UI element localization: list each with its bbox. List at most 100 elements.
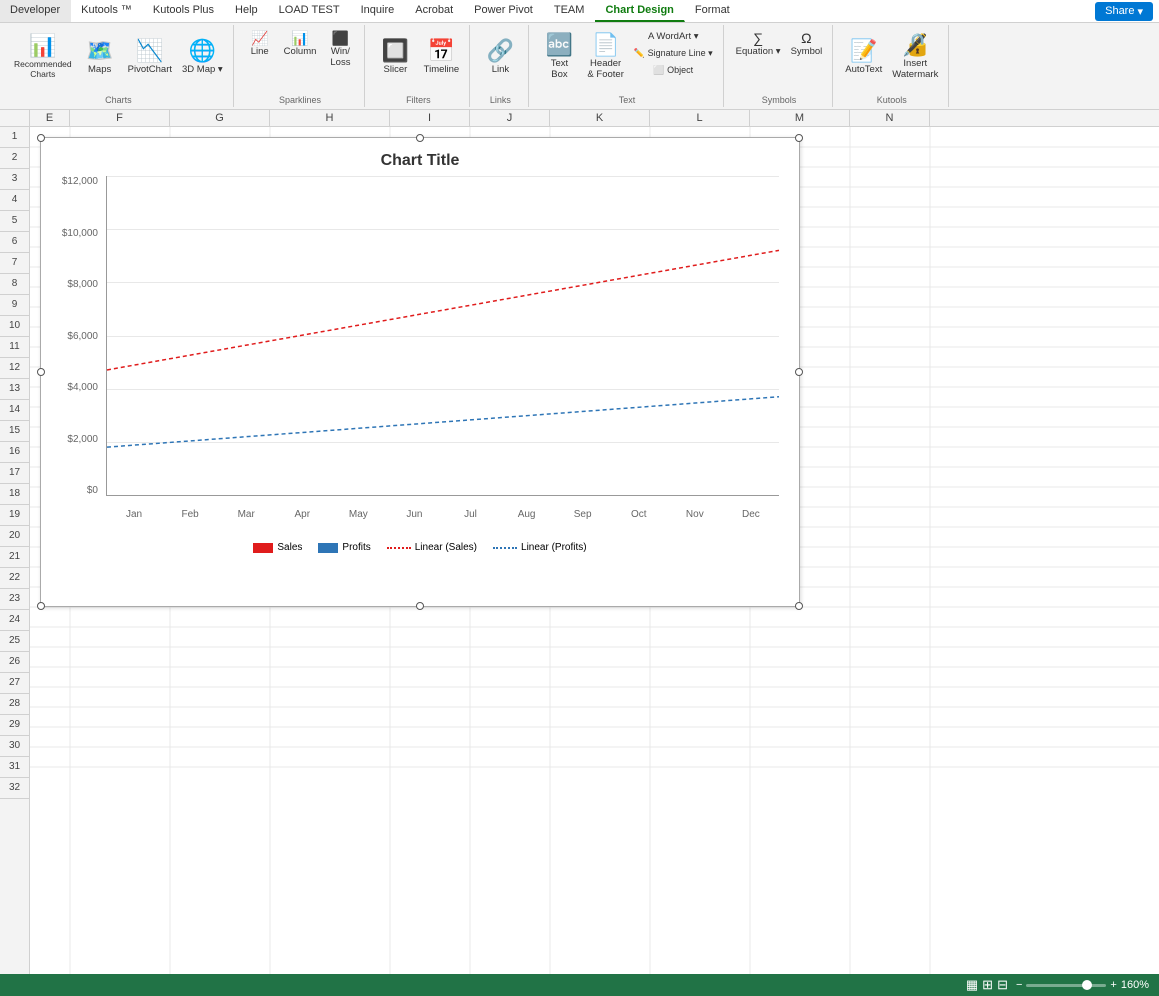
recommended-charts-button[interactable]: 📊 RecommendedCharts <box>10 29 76 85</box>
line-sparkline-button[interactable]: 📈 Line <box>242 29 278 59</box>
autotext-icon: 📝 <box>850 40 877 62</box>
col-e: E <box>30 110 70 126</box>
x-label-may: May <box>330 509 386 520</box>
x-label-dec: Dec <box>723 509 779 520</box>
slicer-icon: 🔲 <box>382 40 409 62</box>
pivot-chart-button[interactable]: 📉 PivotChart <box>124 29 176 85</box>
row-24: 24 <box>0 610 29 631</box>
autotext-button[interactable]: 📝 AutoText <box>841 29 886 85</box>
legend-label-linear-profits: Linear (Profits) <box>521 542 587 553</box>
share-button[interactable]: Share ▾ <box>1095 2 1153 21</box>
row-10: 10 <box>0 316 29 337</box>
x-axis-labels: Jan Feb Mar Apr May Jun Jul Aug Sep Oct … <box>106 509 779 520</box>
link-icon: 🔗 <box>487 40 514 62</box>
y-label-0: $0 <box>87 485 98 496</box>
tab-kutools[interactable]: Kutools ™ <box>71 0 143 22</box>
chart-title[interactable]: Chart Title <box>41 138 799 176</box>
tab-team[interactable]: TEAM <box>544 0 596 22</box>
resize-handle-tl[interactable] <box>37 134 45 142</box>
row-8: 8 <box>0 274 29 295</box>
ribbon-group-text: 🔤 TextBox 📄 Header& Footer A WordArt ▾ ✏… <box>531 25 723 107</box>
tab-inquire[interactable]: Inquire <box>351 0 406 22</box>
3d-map-button[interactable]: 🌐 3D Map ▾ <box>178 29 227 85</box>
win-loss-sparkline-button[interactable]: ⬛ Win/Loss <box>322 29 358 70</box>
row-14: 14 <box>0 400 29 421</box>
resize-handle-tr[interactable] <box>795 134 803 142</box>
resize-handle-br[interactable] <box>795 602 803 610</box>
ribbon-group-sparklines: 📈 Line 📊 Column ⬛ Win/Loss Sparklines <box>236 25 366 107</box>
header-footer-icon: 📄 <box>592 34 619 56</box>
column-sparkline-button[interactable]: 📊 Column <box>280 29 321 59</box>
tab-acrobat[interactable]: Acrobat <box>405 0 464 22</box>
tab-power-pivot[interactable]: Power Pivot <box>464 0 544 22</box>
equation-button[interactable]: ∑ Equation ▾ <box>732 29 785 59</box>
signature-line-button[interactable]: ✏️ Signature Line ▾ <box>630 46 717 61</box>
text-box-icon: 🔤 <box>546 34 573 56</box>
zoom-plus-button[interactable]: + <box>1110 979 1116 991</box>
row-6: 6 <box>0 232 29 253</box>
maps-icon: 🗺️ <box>86 40 113 62</box>
resize-handle-bl[interactable] <box>37 602 45 610</box>
symbol-button[interactable]: Ω Symbol <box>787 29 827 59</box>
equation-icon: ∑ <box>753 31 763 45</box>
tab-load-test[interactable]: LOAD TEST <box>269 0 351 22</box>
wordart-button[interactable]: A WordArt ▾ <box>630 29 717 44</box>
zoom-slider-thumb[interactable] <box>1082 980 1092 990</box>
tab-kutools-plus[interactable]: Kutools Plus <box>143 0 225 22</box>
header-footer-button[interactable]: 📄 Header& Footer <box>583 29 627 85</box>
ribbon-group-charts: 📊 RecommendedCharts 🗺️ Maps 📉 PivotChart… <box>4 25 234 107</box>
row-3: 3 <box>0 169 29 190</box>
y-label-2000: $2,000 <box>67 434 98 445</box>
links-group-label: Links <box>490 95 511 107</box>
row-17: 17 <box>0 463 29 484</box>
page-layout-icon[interactable]: ⊞ <box>982 977 993 993</box>
maps-button[interactable]: 🗺️ Maps <box>78 29 122 85</box>
row-headers: 1 2 3 4 5 6 7 8 9 10 11 12 13 14 15 16 1… <box>0 127 30 976</box>
legend-linear-sales: Linear (Sales) <box>387 542 477 553</box>
row-16: 16 <box>0 442 29 463</box>
row-23: 23 <box>0 589 29 610</box>
line-icon: 📈 <box>251 31 268 45</box>
timeline-icon: 📅 <box>428 40 455 62</box>
tab-developer[interactable]: Developer <box>0 0 71 22</box>
y-label-4000: $4,000 <box>67 382 98 393</box>
row-2: 2 <box>0 148 29 169</box>
timeline-button[interactable]: 📅 Timeline <box>419 29 463 85</box>
y-label-8000: $8,000 <box>67 279 98 290</box>
row-29: 29 <box>0 715 29 736</box>
insert-watermark-button[interactable]: 🔏 InsertWatermark <box>888 29 942 85</box>
row-30: 30 <box>0 736 29 757</box>
resize-handle-tm[interactable] <box>416 134 424 142</box>
page-break-icon[interactable]: ⊟ <box>997 977 1008 993</box>
col-n: N <box>850 110 930 126</box>
legend-label-linear-sales: Linear (Sales) <box>415 542 477 553</box>
chart-container[interactable]: Chart Title $12,000 $10,000 $8,000 $6,00… <box>40 137 800 607</box>
object-button[interactable]: ⬜ Object <box>630 63 717 78</box>
slicer-button[interactable]: 🔲 Slicer <box>373 29 417 85</box>
sparklines-group-label: Sparklines <box>279 95 321 107</box>
tab-format[interactable]: Format <box>685 0 741 22</box>
ribbon-group-symbols: ∑ Equation ▾ Ω Symbol Symbols <box>726 25 834 107</box>
normal-view-icon[interactable]: ▦ <box>966 977 978 993</box>
zoom-level: 160% <box>1121 979 1149 991</box>
text-box-button[interactable]: 🔤 TextBox <box>537 29 581 85</box>
tab-chart-design[interactable]: Chart Design <box>595 0 684 22</box>
x-label-aug: Aug <box>499 509 555 520</box>
legend-line-linear-profits <box>493 547 517 549</box>
zoom-slider-track[interactable] <box>1026 984 1106 987</box>
tab-help[interactable]: Help <box>225 0 269 22</box>
symbol-icon: Ω <box>801 31 811 45</box>
view-icons: ▦ ⊞ ⊟ <box>966 977 1008 993</box>
x-label-oct: Oct <box>611 509 667 520</box>
charts-group-label: Charts <box>105 95 132 107</box>
row-21: 21 <box>0 547 29 568</box>
zoom-minus-button[interactable]: − <box>1016 979 1022 991</box>
resize-handle-bm[interactable] <box>416 602 424 610</box>
row-19: 19 <box>0 505 29 526</box>
link-button[interactable]: 🔗 Link <box>478 29 522 85</box>
column-headers: E F G H I J K L M N <box>0 110 1159 127</box>
y-label-10000: $10,000 <box>62 228 98 239</box>
row-25: 25 <box>0 631 29 652</box>
col-g: G <box>170 110 270 126</box>
legend-sales: Sales <box>253 542 302 553</box>
